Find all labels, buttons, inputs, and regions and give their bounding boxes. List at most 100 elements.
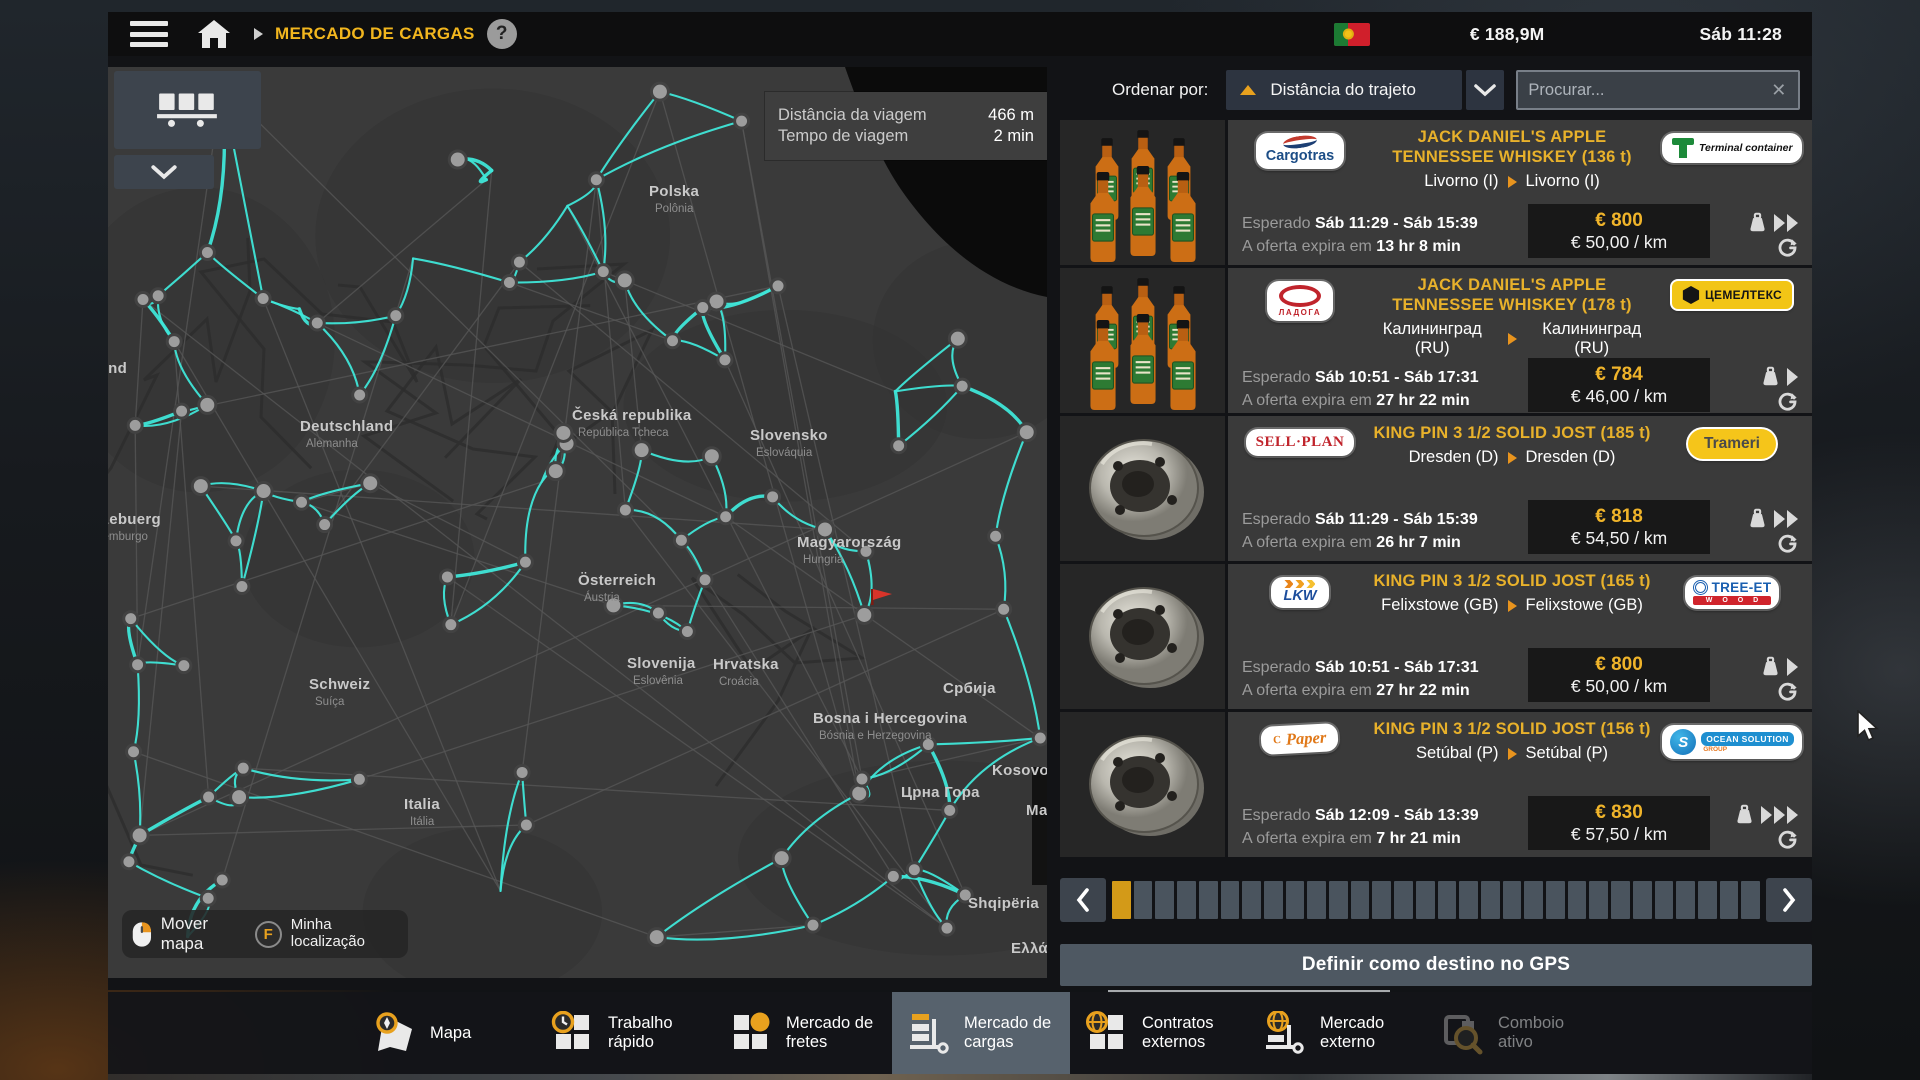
search-box[interactable]: ✕: [1516, 70, 1800, 110]
bottom-nav: Mapa Trabalho rápido Mercado de fretes M…: [108, 992, 1812, 1074]
shipper-logo: CPaper: [1261, 723, 1340, 755]
page-cell[interactable]: [1134, 881, 1153, 919]
page-cell[interactable]: [1503, 881, 1522, 919]
job-route: Setúbal (P) Setúbal (P): [1366, 744, 1658, 763]
job-card[interactable]: LKW KING PIN 3 1/2 SOLID JOST (165 t) Fe…: [1060, 564, 1812, 709]
destination-city: Felixstowe (GB): [1526, 596, 1643, 615]
expiry-time: 27 hr 22 min: [1376, 682, 1469, 699]
origin-city: Калининград (RU): [1366, 320, 1499, 358]
page-cell[interactable]: [1698, 881, 1717, 919]
svg-text:Nederland: Nederland: [108, 360, 127, 377]
menu-icon[interactable]: [130, 21, 168, 47]
page-cell[interactable]: [1199, 881, 1218, 919]
route-arrow-icon: [1508, 748, 1517, 760]
world-map[interactable]: NederlandHolandaPolskaPolôniaDeutschland…: [108, 67, 1047, 978]
tab-contratos-externos[interactable]: Contratos externos: [1070, 992, 1248, 1074]
svg-text:Македонија: Македонија: [1026, 802, 1047, 819]
job-card[interactable]: SELL·PLAN KING PIN 3 1/2 SOLID JOST (185…: [1060, 416, 1812, 561]
trip-time-label: Tempo de viagem: [778, 127, 908, 146]
page-cell[interactable]: [1372, 881, 1391, 919]
cargo-weight-icon: [1760, 366, 1781, 387]
page-cell[interactable]: [1741, 881, 1760, 919]
job-title: KING PIN 3 1/2 SOLID JOST (156 t): [1366, 719, 1658, 739]
page-cell[interactable]: [1720, 881, 1739, 919]
tab-mapa[interactable]: Mapa: [358, 992, 536, 1074]
svg-text:Luxemburgo: Luxemburgo: [108, 531, 148, 543]
page-cell[interactable]: [1307, 881, 1326, 919]
job-title: JACK DANIEL'S APPLE TENNESSEE WHISKEY (1…: [1366, 275, 1658, 315]
page-cell[interactable]: [1524, 881, 1543, 919]
page-cell[interactable]: [1589, 881, 1608, 919]
chevron-left-icon: [1076, 888, 1090, 912]
destination-city: Калининград (RU): [1526, 320, 1659, 358]
origin-city: Felixstowe (GB): [1381, 596, 1498, 615]
nav-tab-icon: [372, 1011, 418, 1055]
job-card-body: SELL·PLAN KING PIN 3 1/2 SOLID JOST (185…: [1228, 416, 1812, 561]
page-cell[interactable]: [1481, 881, 1500, 919]
circular-arrow-icon: [1777, 391, 1798, 412]
page-cell[interactable]: [1242, 881, 1261, 919]
page-cell[interactable]: [1351, 881, 1370, 919]
page-cell[interactable]: [1155, 881, 1174, 919]
urgency-icon: [1787, 368, 1798, 386]
job-card-body: Cargotras JACK DANIEL'S APPLE TENNESSEE …: [1228, 120, 1812, 265]
svg-text:Црна Гора: Црна Гора: [901, 784, 980, 801]
tab-mercado-de-fretes[interactable]: Mercado de fretes: [714, 992, 892, 1074]
page-cell[interactable]: [1329, 881, 1348, 919]
svg-text:Itália: Itália: [410, 816, 435, 828]
page-cell[interactable]: [1286, 881, 1305, 919]
breadcrumb: MERCADO DE CARGAS: [275, 24, 475, 44]
tab-comboio-ativo[interactable]: Comboio ativo: [1426, 992, 1604, 1074]
page-cell[interactable]: [1459, 881, 1478, 919]
f-key-badge: F: [255, 921, 282, 948]
svg-text:Lëtzebuerg: Lëtzebuerg: [108, 511, 161, 528]
home-icon[interactable]: [196, 19, 232, 49]
svg-text:Alemanha: Alemanha: [306, 438, 358, 450]
cargo-weight-icon: [1734, 804, 1755, 825]
job-card[interactable]: ЛАДОГА JACK DANIEL'S APPLE TENNESSEE WHI…: [1060, 268, 1812, 413]
tab-mercado-de-cargas[interactable]: Mercado de cargas: [892, 992, 1070, 1074]
map-collapse-button[interactable]: [114, 155, 214, 189]
job-card[interactable]: Cargotras JACK DANIEL'S APPLE TENNESSEE …: [1060, 120, 1812, 265]
map-legend-button[interactable]: [114, 71, 261, 149]
page-cell[interactable]: [1394, 881, 1413, 919]
page-cell[interactable]: [1546, 881, 1565, 919]
job-rate-per-km: € 50,00 / km: [1571, 676, 1667, 697]
expected-window: Sáb 11:29 - Sáb 15:39: [1315, 511, 1478, 528]
help-icon[interactable]: ?: [487, 19, 517, 49]
expected-window: Sáb 12:09 - Sáb 13:39: [1315, 807, 1479, 824]
circular-arrow-icon: [1777, 829, 1798, 850]
search-input[interactable]: [1528, 81, 1769, 100]
job-card[interactable]: CPaper KING PIN 3 1/2 SOLID JOST (156 t)…: [1060, 712, 1812, 857]
expiry-time: 13 hr 8 min: [1376, 238, 1460, 255]
page-cell-active[interactable]: [1112, 881, 1131, 919]
svg-text:Áustria: Áustria: [584, 591, 620, 604]
page-cell[interactable]: [1655, 881, 1674, 919]
page-cell[interactable]: [1633, 881, 1652, 919]
clear-search-icon[interactable]: ✕: [1769, 80, 1788, 101]
trip-distance-label: Distância da viagem: [778, 106, 927, 125]
tab-mercado-externo[interactable]: Mercado externo: [1248, 992, 1426, 1074]
page-cell[interactable]: [1611, 881, 1630, 919]
next-page-button[interactable]: [1766, 878, 1812, 922]
set-gps-destination-button[interactable]: Definir como destino no GPS: [1060, 944, 1812, 986]
job-list: Cargotras JACK DANIEL'S APPLE TENNESSEE …: [1060, 120, 1812, 857]
svg-text:Eslovênia: Eslovênia: [633, 675, 683, 687]
sort-dropdown[interactable]: Distância do trajeto: [1226, 70, 1462, 110]
page-cell[interactable]: [1568, 881, 1587, 919]
nav-tab-label: Contratos externos: [1142, 1014, 1246, 1052]
page-cell[interactable]: [1416, 881, 1435, 919]
page-cell[interactable]: [1438, 881, 1457, 919]
page-cell[interactable]: [1177, 881, 1196, 919]
previous-page-button[interactable]: [1060, 878, 1106, 922]
page-cell[interactable]: [1264, 881, 1283, 919]
job-flags: [1710, 804, 1806, 850]
tab-trabalho-r-pido[interactable]: Trabalho rápido: [536, 992, 714, 1074]
shipper-logo: ЛАДОГА: [1267, 281, 1333, 321]
sort-ascending-icon: [1240, 85, 1256, 95]
page-cell[interactable]: [1221, 881, 1240, 919]
chevron-down-icon: [1474, 84, 1496, 97]
page-cell[interactable]: [1676, 881, 1695, 919]
cargo-image: [1060, 416, 1225, 561]
sort-dropdown-open-button[interactable]: [1466, 70, 1504, 110]
